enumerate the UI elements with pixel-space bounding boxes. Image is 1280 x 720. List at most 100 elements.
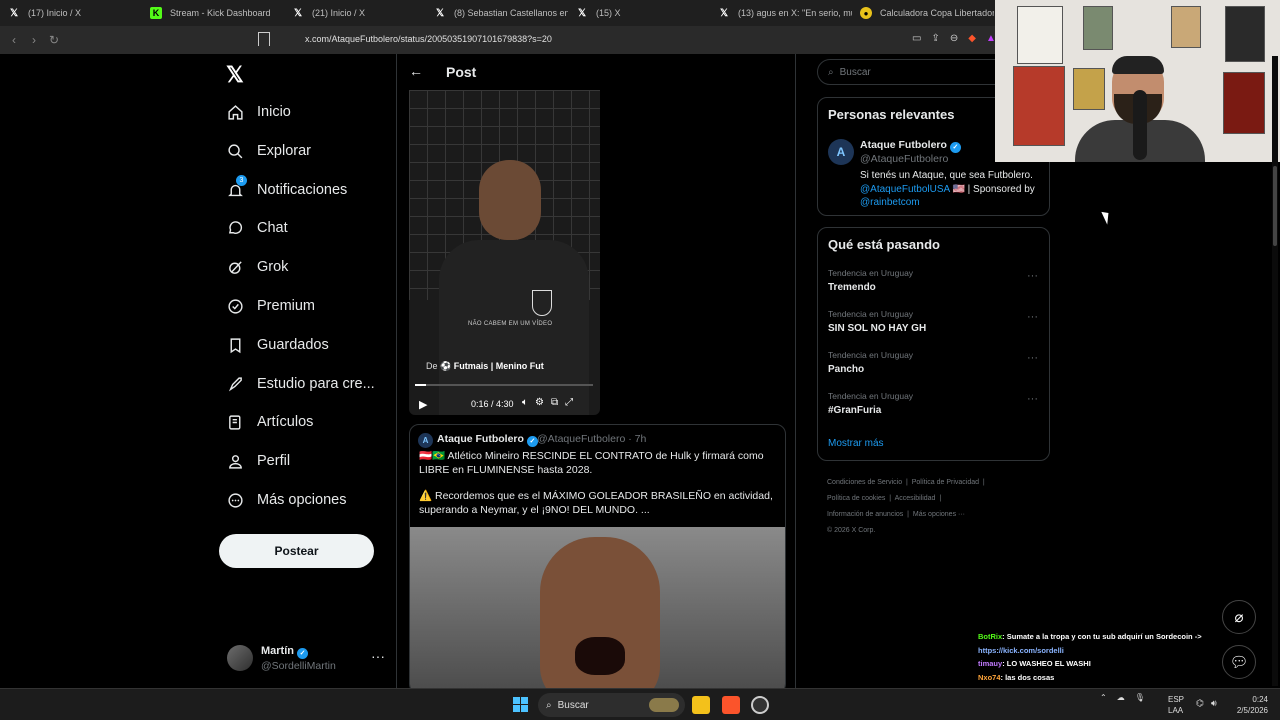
taskbar-search[interactable]: ⌕ Buscar	[538, 693, 685, 717]
microphone-icon[interactable]: 🎙︎	[1135, 693, 1145, 702]
home-icon	[226, 103, 244, 121]
reload-icon[interactable]: ↻	[44, 33, 64, 47]
more-dots-icon[interactable]: ···	[1027, 311, 1038, 323]
system-tray: ⌃ ☁︎ 🎙︎	[1100, 693, 1145, 702]
bio-link[interactable]: @AtaqueFutbolUSA	[860, 184, 950, 195]
video-progress-bar[interactable]	[415, 384, 593, 386]
cast-icon[interactable]: ▭	[912, 33, 921, 44]
more-dots-icon[interactable]: ···	[1027, 352, 1038, 364]
footer-link[interactable]: Accesibilidad	[895, 495, 936, 502]
nav-item-grok[interactable]: Grok	[226, 255, 288, 279]
more-dots-icon[interactable]: ···	[371, 648, 385, 664]
browser-tab[interactable]: 𝕏 (17) Inicio / X	[0, 0, 142, 26]
bio-link[interactable]: @rainbetcom	[860, 197, 920, 208]
post-button[interactable]: Postear	[219, 534, 374, 568]
footer-links: Condiciones de Servicio | Política de Pr…	[827, 479, 985, 534]
pip-icon[interactable]: ⧉	[551, 397, 558, 408]
footer-link[interactable]: Información de anuncios	[827, 511, 903, 518]
browser-toolbar-icons: ▭ ⇪ ⊖ ◆ ▲	[912, 33, 996, 44]
footer-link[interactable]: Más opciones ···	[913, 511, 965, 518]
video-player[interactable]: NÃO CABEM EM UM VÍDEO De ⚽ Futmais | Men…	[409, 90, 600, 415]
chat-message: BotRix: Sumate a la tropa y con tu sub a…	[978, 632, 1202, 641]
avatar[interactable]: A	[828, 139, 854, 165]
zoom-icon[interactable]: ⊖	[950, 33, 958, 44]
footer-link[interactable]: Política de cookies	[827, 495, 885, 502]
forward-nav-icon[interactable]: ›	[24, 33, 44, 47]
video-credit[interactable]: De ⚽ Futmais | Menino Fut	[426, 361, 544, 372]
browser-tab[interactable]: 𝕏(13) agus en X: "En serio, mucho...	[710, 0, 852, 26]
show-more-link[interactable]: Mostrar más	[828, 438, 884, 449]
nav-item-profile[interactable]: Perfil	[226, 449, 290, 473]
scrollbar[interactable]	[1272, 56, 1278, 686]
microphone	[1133, 90, 1147, 160]
trend-item[interactable]: Tendencia en Uruguay Pancho ···	[828, 350, 1043, 386]
x-icon: 𝕏	[577, 7, 587, 19]
browser-tab[interactable]: ● Calculadora Copa Libertadores	[852, 0, 994, 26]
share-icon[interactable]: ⇪	[931, 33, 939, 44]
post-text: 🇦🇹🇧🇷 Atlético Mineiro RESCINDE EL CONTRA…	[419, 450, 764, 476]
trend-item[interactable]: Tendencia en Uruguay SIN SOL NO HAY GH ·…	[828, 309, 1043, 345]
wifi-icon[interactable]: ⌬	[1196, 698, 1204, 709]
back-arrow-icon[interactable]: ←	[409, 63, 423, 79]
back-nav-icon[interactable]: ‹	[4, 33, 24, 47]
messages-fab-icon[interactable]: 💬︎	[1222, 645, 1256, 679]
articles-icon	[226, 413, 244, 431]
brave-shield-icon[interactable]: ◆	[968, 33, 976, 44]
nav-item-creator-studio[interactable]: Estudio para cre...	[226, 372, 375, 396]
trend-item[interactable]: Tendencia en Uruguay #GranFuria ···	[828, 391, 1043, 427]
x-logo-icon[interactable]: 𝕏	[226, 62, 244, 88]
player-mouth	[575, 637, 625, 675]
nav-item-more-options[interactable]: Más opciones	[226, 488, 346, 512]
mouse-cursor	[1101, 209, 1113, 225]
bell-icon: 3	[226, 175, 247, 199]
club-crest	[532, 290, 552, 316]
more-dots-icon[interactable]: ···	[1027, 393, 1038, 405]
search-icon	[226, 142, 244, 160]
trends-box: Qué está pasando Tendencia en Uruguay Tr…	[817, 227, 1050, 461]
footer-link[interactable]: Política de Privacidad	[912, 479, 979, 486]
scrollbar-thumb[interactable]	[1273, 166, 1277, 246]
fullscreen-icon[interactable]: ⤢	[565, 397, 573, 408]
nav-item-notifications[interactable]: 3 Notificaciones	[226, 175, 347, 202]
obs-icon[interactable]	[751, 696, 769, 714]
nav-item-premium[interactable]: Premium	[226, 294, 315, 318]
nav-item-chat[interactable]: Chat	[226, 216, 288, 240]
play-icon[interactable]: ▶	[419, 398, 427, 411]
browser-tab[interactable]: K Stream - Kick Dashboard	[142, 0, 284, 26]
volume-icon[interactable]: 🔈︎	[522, 397, 528, 408]
nav-item-articles[interactable]: Artículos	[226, 410, 313, 434]
browser-tab[interactable]: 𝕏 (15) X	[568, 0, 710, 26]
user-handle: @SordelliMartin	[261, 660, 336, 672]
trend-item[interactable]: Tendencia en Uruguay Tremendo ···	[828, 268, 1043, 304]
file-explorer-icon[interactable]	[692, 696, 710, 714]
nav-item-explore[interactable]: Explorar	[226, 139, 311, 163]
windows-start-icon[interactable]	[513, 697, 529, 713]
settings-icon[interactable]: ⚙︎	[535, 397, 544, 408]
brave-browser-icon[interactable]	[722, 696, 740, 714]
url-field[interactable]: x.com/AtaqueFutbolero/status/20050351907…	[305, 34, 552, 44]
post-header: ← Post	[397, 54, 795, 90]
browser-tab[interactable]: 𝕏 (21) Inicio / X	[284, 0, 426, 26]
network-app-icon[interactable]: ☁︎	[1117, 693, 1125, 702]
post-image[interactable]	[410, 527, 785, 688]
avatar	[227, 645, 253, 671]
quoted-post[interactable]: A Ataque Futbolero ✓ @AtaqueFutbolero · 7…	[409, 424, 786, 688]
relevant-name[interactable]: Ataque Futbolero ✓	[860, 139, 961, 153]
account-switcher[interactable]: Martín ✓ @SordelliMartin ···	[227, 642, 397, 678]
clock[interactable]: 0:24 2/5/2026	[1226, 694, 1268, 716]
section-title: Personas relevantes	[828, 107, 955, 122]
more-dots-icon[interactable]: ···	[1027, 270, 1038, 282]
section-title: Qué está pasando	[828, 237, 940, 252]
quoted-author[interactable]: Ataque Futbolero ✓	[437, 433, 538, 447]
webcam-overlay	[995, 0, 1280, 162]
bookmark-page-icon[interactable]	[258, 32, 270, 46]
language-indicator[interactable]: ESP LAA	[1168, 694, 1184, 716]
nav-item-bookmarks[interactable]: Guardados	[226, 333, 329, 357]
nav-item-home[interactable]: Inicio	[226, 100, 291, 124]
chevron-up-icon[interactable]: ⌃	[1100, 693, 1107, 702]
browser-tab[interactable]: 𝕏(8) Sebastian Castellanos en X: ...	[426, 0, 568, 26]
grok-fab-icon[interactable]: ⌀	[1222, 600, 1256, 634]
footer-link[interactable]: Condiciones de Servicio	[827, 479, 902, 486]
volume-icon[interactable]: 🔊︎	[1211, 698, 1217, 709]
person-icon	[226, 452, 244, 470]
